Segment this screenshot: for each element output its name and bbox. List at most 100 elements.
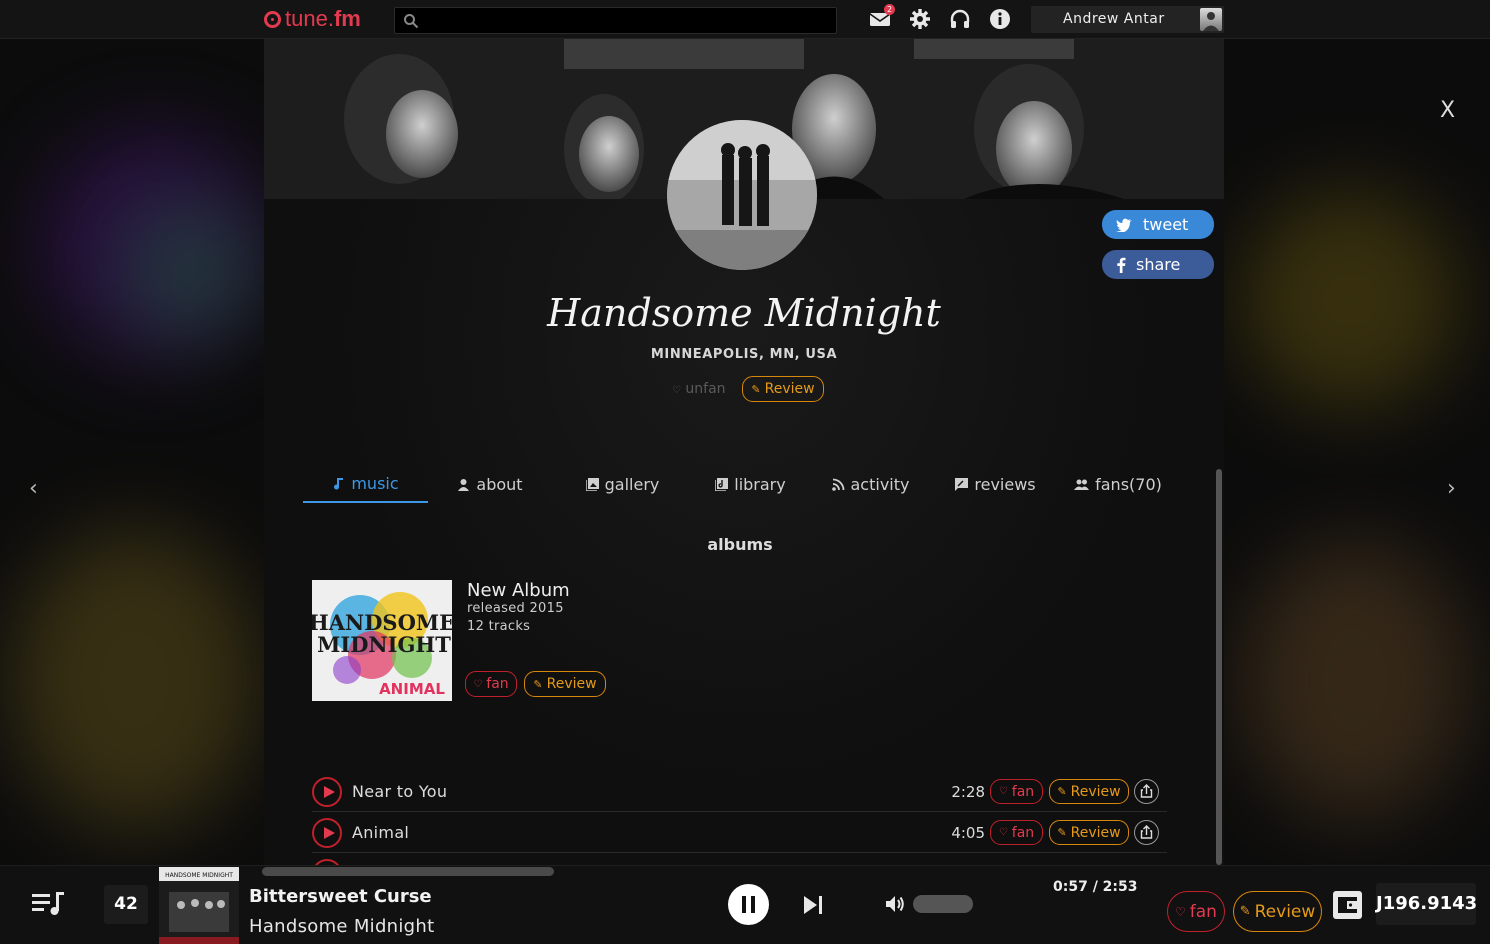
now-playing-title[interactable]: Bittersweet Curse — [249, 886, 432, 907]
album-cover-text-3: ANIMAL — [379, 680, 445, 698]
volume-slider[interactable] — [913, 895, 973, 913]
volume-icon[interactable] — [884, 893, 906, 915]
user-menu[interactable]: Andrew Antar — [1031, 6, 1224, 33]
track-duration: 2:28 — [951, 783, 985, 801]
skip-next-icon[interactable] — [801, 893, 825, 917]
track-share-button[interactable] — [1134, 779, 1159, 804]
logo-mark-icon — [264, 10, 281, 28]
library-icon — [715, 477, 729, 491]
tab-library[interactable]: library — [693, 465, 808, 503]
track-row: Animal 4:05 ♡ fan ✎ Review — [312, 813, 1167, 853]
track-title[interactable]: Animal — [352, 823, 409, 842]
info-icon[interactable] — [989, 8, 1011, 30]
tab-activity-label: activity — [850, 474, 910, 494]
panel-scrollbar[interactable] — [1216, 469, 1222, 865]
album-cover[interactable]: HANDSOME MIDNIGHT ANIMAL — [312, 580, 452, 701]
share-icon — [1140, 784, 1153, 798]
tab-gallery-label: gallery — [604, 474, 660, 494]
review-label: Review — [764, 381, 815, 397]
track-review-button[interactable]: ✎ Review — [1049, 779, 1129, 804]
facebook-icon — [1117, 257, 1126, 273]
pencil-icon: ✎ — [533, 677, 543, 691]
album-cover-text-2: MIDNIGHT — [317, 632, 451, 657]
next-artist-arrow[interactable]: › — [1447, 476, 1456, 501]
heart-outline-icon: ♡ — [998, 786, 1008, 797]
pencil-icon: ✎ — [1057, 785, 1067, 798]
queue-icon[interactable] — [32, 889, 66, 917]
track-play-button[interactable] — [312, 777, 342, 807]
wallet-balance[interactable]: J196.9143 — [1376, 883, 1477, 925]
pause-button[interactable] — [728, 884, 769, 925]
track-fan-button[interactable]: ♡ fan — [990, 779, 1043, 804]
gear-icon[interactable] — [909, 8, 931, 30]
album-fan-label: fan — [486, 676, 509, 692]
track-row: Near to You 2:28 ♡ fan ✎ Review — [312, 772, 1167, 812]
player-review-label: Review — [1254, 901, 1316, 922]
logo-text-suffix: fm — [333, 6, 361, 31]
previous-artist-arrow[interactable]: ‹ — [29, 476, 38, 501]
tunefm-logo[interactable]: tune. fm — [264, 6, 361, 32]
track-row-partial — [312, 854, 1167, 865]
artist-panel: tweet share Handsome Midnight MINNEAPOLI… — [264, 39, 1224, 865]
unfan-button[interactable]: ♡ unfan — [672, 381, 726, 397]
track-title[interactable]: Near to You — [352, 782, 447, 801]
headphones-icon[interactable] — [949, 8, 971, 30]
pencil-icon: ✎ — [751, 382, 761, 396]
tab-gallery[interactable]: gallery — [565, 465, 680, 503]
search-box[interactable] — [394, 7, 837, 34]
pencil-icon: ✎ — [1239, 904, 1251, 919]
tab-fans[interactable]: fans(70) — [1063, 465, 1173, 503]
artist-location: MINNEAPOLIS, MN, USA — [650, 347, 838, 362]
now-playing-cover[interactable]: HANDSOME MIDNIGHT — [159, 867, 239, 944]
cover-caption: HANDSOME MIDNIGHT — [165, 872, 233, 879]
pencil-icon: ✎ — [1057, 826, 1067, 839]
track-play-button[interactable] — [312, 818, 342, 848]
tab-activity[interactable]: activity — [813, 465, 928, 503]
now-playing-artist[interactable]: Handsome Midnight — [249, 916, 434, 937]
track-share-button[interactable] — [1134, 820, 1159, 845]
tab-music[interactable]: music — [303, 465, 428, 503]
albums-heading: albums — [707, 535, 773, 554]
album-review-label: Review — [546, 676, 597, 692]
close-button[interactable]: X — [1440, 98, 1455, 123]
image-icon — [585, 477, 599, 491]
progress-fill — [262, 867, 554, 876]
heart-outline-icon: ♡ — [998, 827, 1008, 838]
track-fan-label: fan — [1011, 824, 1035, 841]
artist-review-button[interactable]: ✎ Review — [742, 376, 824, 402]
user-avatar[interactable] — [1200, 8, 1222, 31]
person-icon — [458, 478, 470, 491]
artist-profile-photo — [667, 120, 817, 270]
tab-fans-label: fans(70) — [1095, 474, 1162, 494]
player-fan-button[interactable]: ♡ fan — [1167, 891, 1225, 932]
search-icon — [404, 14, 419, 29]
heart-outline-icon: ♡ — [672, 385, 681, 396]
search-input[interactable] — [425, 10, 825, 31]
tab-about[interactable]: about — [440, 465, 540, 503]
logo-text-prefix: tune. — [285, 6, 334, 31]
facebook-share-button[interactable]: share — [1102, 250, 1214, 279]
comment-icon — [955, 477, 969, 491]
track-review-button[interactable]: ✎ Review — [1049, 820, 1129, 845]
track-fan-button[interactable]: ♡ fan — [990, 820, 1043, 845]
music-note-icon — [334, 477, 344, 490]
album-title[interactable]: New Album — [467, 580, 570, 601]
share-label: share — [1136, 255, 1181, 274]
player-fan-label: fan — [1189, 901, 1217, 922]
track-fan-label: fan — [1011, 783, 1035, 800]
wallet-icon[interactable] — [1332, 890, 1363, 920]
album-fan-button[interactable]: ♡ fan — [465, 671, 517, 697]
user-name: Andrew Antar — [1063, 11, 1165, 27]
album-review-button[interactable]: ✎ Review — [524, 671, 606, 697]
artist-name: Handsome Midnight — [547, 291, 941, 335]
queue-count[interactable]: 42 — [104, 885, 148, 924]
tab-reviews[interactable]: reviews — [938, 465, 1053, 503]
heart-outline-icon: ♡ — [1175, 904, 1186, 919]
rss-icon — [831, 478, 844, 491]
playback-time: 0:57 / 2:53 — [1053, 879, 1138, 895]
player-bar: 42 HANDSOME MIDNIGHT Bittersweet Curse H… — [0, 865, 1490, 944]
progress-bar[interactable] — [262, 866, 1490, 876]
player-review-button[interactable]: ✎ Review — [1233, 891, 1322, 932]
tweet-button[interactable]: tweet — [1102, 210, 1214, 239]
twitter-icon — [1116, 218, 1132, 232]
